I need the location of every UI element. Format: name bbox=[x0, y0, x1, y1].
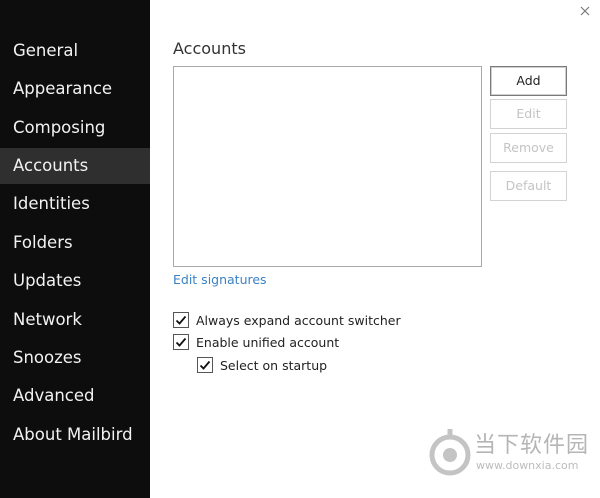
sidebar-item-composing[interactable]: Composing bbox=[0, 110, 150, 146]
sidebar-item-accounts[interactable]: Accounts bbox=[0, 148, 150, 184]
unified-account-option: Enable unified account bbox=[173, 333, 339, 351]
remove-button[interactable]: Remove bbox=[490, 133, 567, 163]
unified-account-checkbox[interactable] bbox=[173, 334, 189, 350]
select-on-startup-label: Select on startup bbox=[220, 357, 328, 373]
select-on-startup-option: Select on startup bbox=[197, 356, 327, 374]
watermark-text: 当下软件园 bbox=[474, 433, 590, 458]
checkmark-icon bbox=[175, 337, 187, 347]
add-button[interactable]: Add bbox=[490, 66, 567, 96]
settings-sidebar: General Appearance Composing Accounts Id… bbox=[0, 0, 150, 498]
always-expand-label: Always expand account switcher bbox=[196, 312, 401, 328]
section-title: Accounts bbox=[173, 39, 246, 58]
default-button[interactable]: Default bbox=[490, 171, 567, 201]
sidebar-item-folders[interactable]: Folders bbox=[0, 225, 150, 261]
sidebar-item-identities[interactable]: Identities bbox=[0, 186, 150, 222]
accounts-list[interactable] bbox=[173, 66, 482, 267]
sidebar-item-general[interactable]: General bbox=[0, 33, 150, 69]
watermark-url: www.downxia.com bbox=[476, 459, 579, 472]
sidebar-item-appearance[interactable]: Appearance bbox=[0, 71, 150, 107]
sidebar-item-about-mailbird[interactable]: About Mailbird bbox=[0, 417, 150, 453]
edit-button[interactable]: Edit bbox=[490, 99, 567, 129]
close-icon[interactable] bbox=[578, 3, 592, 17]
sidebar-item-updates[interactable]: Updates bbox=[0, 263, 150, 299]
edit-signatures-link[interactable]: Edit signatures bbox=[173, 272, 267, 287]
select-on-startup-checkbox[interactable] bbox=[197, 357, 213, 373]
always-expand-option: Always expand account switcher bbox=[173, 311, 401, 329]
sidebar-item-network[interactable]: Network bbox=[0, 302, 150, 338]
sidebar-item-snoozes[interactable]: Snoozes bbox=[0, 340, 150, 376]
unified-account-label: Enable unified account bbox=[196, 334, 340, 350]
watermark-logo-icon bbox=[429, 429, 471, 476]
always-expand-checkbox[interactable] bbox=[173, 312, 189, 328]
sidebar-item-advanced[interactable]: Advanced bbox=[0, 378, 150, 414]
checkmark-icon bbox=[199, 360, 211, 370]
checkmark-icon bbox=[175, 315, 187, 325]
watermark: 当下软件园 www.downxia.com bbox=[428, 425, 588, 485]
